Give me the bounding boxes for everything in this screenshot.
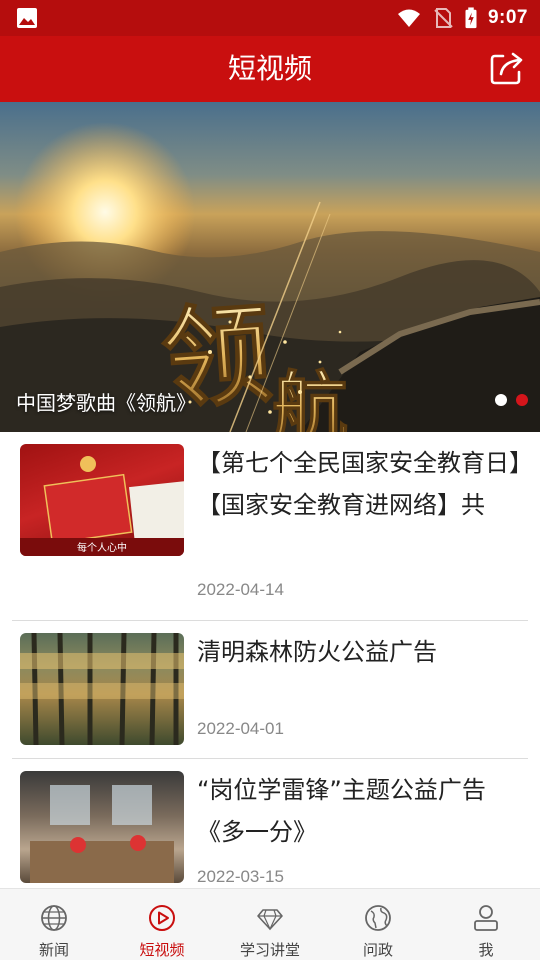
nav-item-me[interactable]: 我 <box>432 889 540 960</box>
globe-icon <box>41 905 67 931</box>
video-thumbnail <box>20 633 184 745</box>
nav-label: 短视频 <box>139 941 185 959</box>
list-item[interactable]: 清明森林防火公益广告 2022-04-01 <box>0 621 540 759</box>
thumbnail-image <box>30 785 174 883</box>
image-icon <box>17 8 37 28</box>
share-icon[interactable] <box>489 50 525 86</box>
page-title: 短视频 <box>227 52 312 85</box>
app-header: 短视频 <box>0 36 540 102</box>
video-banner[interactable]: 领 航 中国梦歌曲《领航》 <box>0 102 540 432</box>
no-sim-icon <box>434 8 453 28</box>
video-title: “岗位学雷锋”主题公益广告《多一分》 <box>197 776 486 846</box>
nav-item-study-hall[interactable]: 学习讲堂 <box>216 889 324 960</box>
video-thumbnail <box>20 771 184 883</box>
video-date: 2022-03-15 <box>197 867 284 886</box>
nav-item-short-video[interactable]: 短视频 <box>108 889 216 960</box>
banner-caption: 中国梦歌曲《领航》 <box>16 391 196 415</box>
nav-label: 学习讲堂 <box>239 941 300 959</box>
battery-charging-icon <box>465 7 477 29</box>
nav-item-news[interactable]: 新闻 <box>0 889 108 960</box>
diamond-icon <box>257 909 283 931</box>
list-item[interactable]: 每个人心中 【第七个全民国家安全教育日】【国家安全教育进网络】共 2022-04… <box>0 432 540 620</box>
status-bar: 9:07 <box>0 0 540 36</box>
video-thumbnail: 每个人心中 <box>20 444 184 556</box>
thumbnail-image: 每个人心中 <box>20 456 184 556</box>
nav-label: 问政 <box>362 941 393 959</box>
status-time: 9:07 <box>487 7 528 28</box>
earth-icon <box>365 905 391 931</box>
user-icon <box>474 905 498 931</box>
thumbnail-image <box>20 633 184 745</box>
video-title: 【第七个全民国家安全教育日】【国家安全教育进网络】共 <box>197 449 521 519</box>
svg-text:每个人心中: 每个人心中 <box>77 541 127 554</box>
bottom-navigation: 新闻 短视频 学习讲堂 问政 我 <box>0 888 540 960</box>
video-date: 2022-04-01 <box>197 719 284 738</box>
video-title: 清明森林防火公益广告 <box>197 638 437 666</box>
svg-text:航: 航 <box>272 363 348 432</box>
wifi-icon <box>397 9 420 27</box>
nav-label: 我 <box>478 941 494 959</box>
play-circle-icon <box>149 905 175 931</box>
pager-dot[interactable] <box>495 394 507 406</box>
banner-image: 领 航 <box>0 122 540 432</box>
list-item[interactable]: “岗位学雷锋”主题公益广告《多一分》 2022-03-15 <box>0 759 540 889</box>
video-date: 2022-04-14 <box>197 580 284 599</box>
nav-label: 新闻 <box>38 941 69 959</box>
nav-item-politics[interactable]: 问政 <box>324 889 432 960</box>
pager-dot-active[interactable] <box>516 394 528 406</box>
banner-pager <box>495 394 528 406</box>
